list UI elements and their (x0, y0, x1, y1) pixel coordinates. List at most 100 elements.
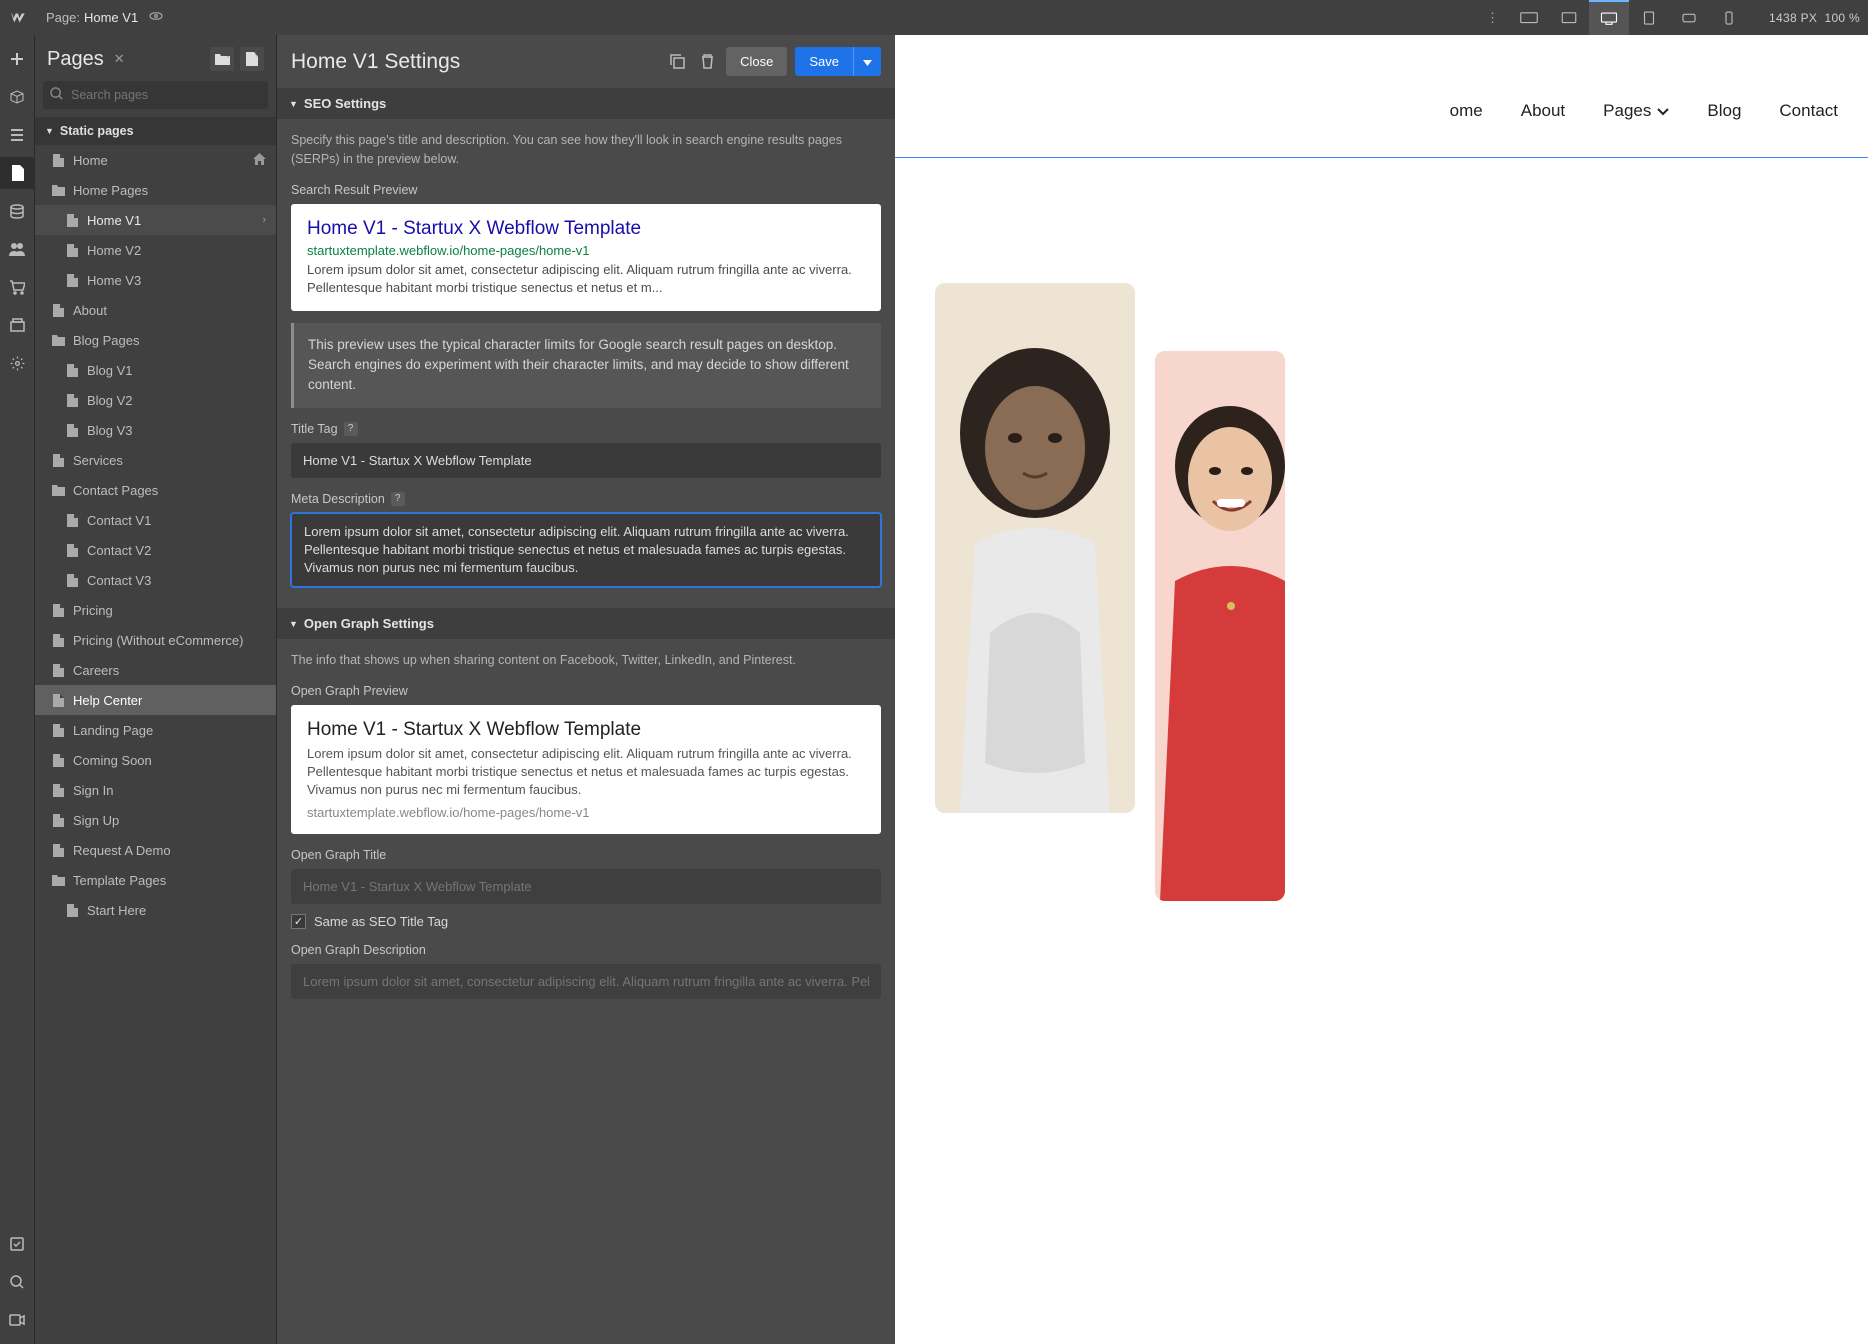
rail-audit-icon[interactable] (0, 1228, 35, 1260)
selection-outline (895, 157, 1868, 158)
page-label: Contact V3 (87, 573, 151, 588)
breakpoint-tablet[interactable] (1629, 0, 1669, 35)
page-name[interactable]: Home V1 (84, 10, 138, 25)
page-icon (65, 244, 79, 257)
page-item-landing-page[interactable]: Landing Page (35, 715, 276, 745)
meta-description-input[interactable] (291, 513, 881, 588)
rail-ecommerce-icon[interactable] (0, 271, 35, 303)
seo-settings-header[interactable]: ▼ SEO Settings (277, 88, 895, 119)
breakpoint-lg[interactable] (1549, 0, 1589, 35)
close-button[interactable]: Close (726, 47, 787, 76)
nav-about[interactable]: About (1521, 101, 1565, 121)
trash-icon[interactable] (696, 51, 718, 73)
page-icon (51, 154, 65, 167)
rail-video-icon[interactable] (0, 1304, 35, 1336)
close-panel-icon[interactable]: ✕ (114, 51, 125, 67)
page-item-home-v2[interactable]: Home V2 (35, 235, 276, 265)
page-item-home-v1[interactable]: Home V1› (35, 205, 276, 235)
page-label: Pricing (Without eCommerce) (73, 633, 244, 648)
page-item-pricing-without-ecommerce-[interactable]: Pricing (Without eCommerce) (35, 625, 276, 655)
nav-blog[interactable]: Blog (1707, 101, 1741, 121)
page-item-start-here[interactable]: Start Here (35, 895, 276, 925)
rail-cms-icon[interactable] (0, 195, 35, 227)
save-dropdown[interactable] (853, 47, 881, 76)
page-item-contact-pages[interactable]: Contact Pages (35, 475, 276, 505)
folder-icon (51, 335, 65, 346)
save-button[interactable]: Save (795, 47, 853, 76)
page-item-sign-up[interactable]: Sign Up (35, 805, 276, 835)
page-item-home-pages[interactable]: Home Pages (35, 175, 276, 205)
rail-pages[interactable] (0, 157, 35, 189)
page-label: Coming Soon (73, 753, 152, 768)
page-icon (65, 394, 79, 407)
rail-users-icon[interactable] (0, 233, 35, 265)
page-item-contact-v1[interactable]: Contact V1 (35, 505, 276, 535)
rail-add[interactable] (0, 43, 35, 75)
duplicate-icon[interactable] (666, 51, 688, 73)
page-item-pricing[interactable]: Pricing (35, 595, 276, 625)
rail-nav-icon[interactable] (0, 119, 35, 151)
help-icon[interactable]: ? (344, 422, 358, 436)
page-item-contact-v3[interactable]: Contact V3 (35, 565, 276, 595)
page-item-home[interactable]: Home (35, 145, 276, 175)
page-item-services[interactable]: Services (35, 445, 276, 475)
page-label: Home V2 (87, 243, 141, 258)
page-label: Page: (46, 10, 80, 25)
svg-text:+: + (255, 52, 258, 59)
breakpoint-desktop[interactable] (1589, 0, 1629, 35)
page-item-home-v3[interactable]: Home V3 (35, 265, 276, 295)
og-settings-header[interactable]: ▼ Open Graph Settings (277, 608, 895, 639)
left-rail (0, 35, 35, 1344)
rail-assets-icon[interactable] (0, 309, 35, 341)
page-label: Sign In (73, 783, 113, 798)
page-item-contact-v2[interactable]: Contact V2 (35, 535, 276, 565)
page-item-careers[interactable]: Careers (35, 655, 276, 685)
page-icon (51, 784, 65, 797)
pages-tree: HomeHome PagesHome V1› Home V2 Home V3Abou… (35, 145, 276, 1344)
page-label: Blog V3 (87, 423, 133, 438)
new-folder-icon[interactable]: + (210, 47, 234, 71)
page-item-template-pages[interactable]: Template Pages (35, 865, 276, 895)
canvas-preview[interactable]: ome About Pages Blog Contact (895, 35, 1868, 1344)
search-pages-input[interactable] (43, 81, 268, 109)
page-item-blog-pages[interactable]: Blog Pages (35, 325, 276, 355)
same-as-seo-checkbox-row[interactable]: ✓ Same as SEO Title Tag (291, 914, 881, 929)
folder-icon (51, 875, 65, 886)
page-item-request-a-demo[interactable]: Request A Demo (35, 835, 276, 865)
help-icon[interactable]: ? (391, 492, 405, 506)
page-icon (65, 214, 79, 227)
page-item-coming-soon[interactable]: Coming Soon (35, 745, 276, 775)
nav-pages[interactable]: Pages (1603, 101, 1669, 121)
og-description-input (291, 964, 881, 999)
page-label: Contact V2 (87, 543, 151, 558)
page-item-help-center[interactable]: Help Center (35, 685, 276, 715)
nav-contact[interactable]: Contact (1779, 101, 1838, 121)
og-card-url: startuxtemplate.webflow.io/home-pages/ho… (307, 805, 865, 820)
nav-ome[interactable]: ome (1450, 101, 1483, 121)
hero-image-1 (935, 283, 1135, 813)
eye-icon[interactable] (148, 8, 164, 27)
page-item-sign-in[interactable]: Sign In (35, 775, 276, 805)
breakpoint-mobile-landscape[interactable] (1669, 0, 1709, 35)
rail-box-icon[interactable] (0, 81, 35, 113)
breakpoint-xl[interactable] (1509, 0, 1549, 35)
rail-search-icon[interactable] (0, 1266, 35, 1298)
page-label: Blog V1 (87, 363, 133, 378)
page-icon (51, 724, 65, 737)
canvas-size[interactable]: 1438 PX 100 % (1769, 11, 1860, 25)
checkbox-checked-icon[interactable]: ✓ (291, 914, 306, 929)
page-item-blog-v3[interactable]: Blog V3 (35, 415, 276, 445)
page-label: Help Center (73, 693, 142, 708)
section-static-pages[interactable]: ▼ Static pages (35, 117, 276, 145)
new-page-icon[interactable]: + (240, 47, 264, 71)
kebab-icon[interactable]: ⋮ (1486, 10, 1499, 26)
breakpoint-mobile[interactable] (1709, 0, 1749, 35)
webflow-logo-icon[interactable] (8, 8, 28, 28)
title-tag-input[interactable] (291, 443, 881, 478)
page-item-blog-v1[interactable]: Blog V1 (35, 355, 276, 385)
og-preview-label: Open Graph Preview (291, 684, 881, 698)
page-item-blog-v2[interactable]: Blog V2 (35, 385, 276, 415)
page-item-about[interactable]: About (35, 295, 276, 325)
page-icon (65, 904, 79, 917)
rail-settings-icon[interactable] (0, 347, 35, 379)
